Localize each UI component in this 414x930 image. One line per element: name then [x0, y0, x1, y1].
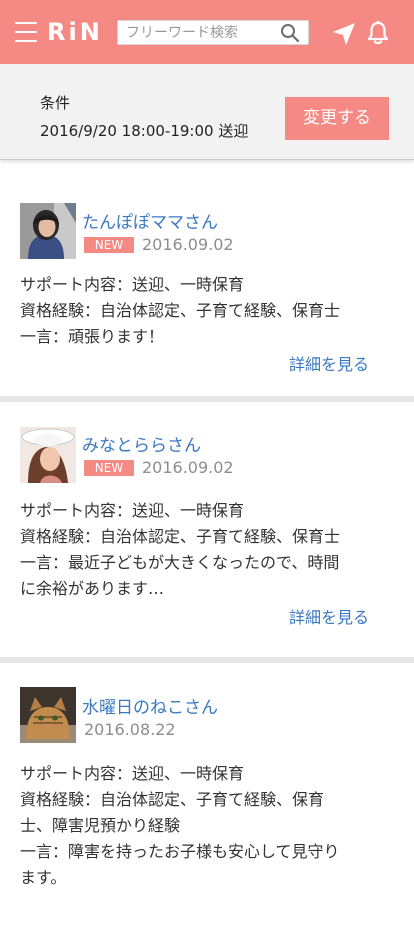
comment-line: 一言：障害を持ったお子様も安心して見守り — [20, 842, 340, 861]
avatar[interactable] — [20, 203, 76, 259]
comment-line: 一言：最近子どもが大きくなったので、時間 — [20, 553, 340, 572]
supporter-name[interactable]: たんぽぽママさん — [82, 208, 218, 233]
qualification-line: 資格経験：自治体認定、子育て経験、保育士 — [20, 527, 341, 546]
support-content-line: サポート内容：送迎、一時保育 — [20, 501, 245, 520]
post-date: 2016.09.02 — [142, 458, 234, 477]
search-box — [117, 20, 309, 45]
comment-line: 一言：頑張ります！ — [20, 327, 165, 346]
search-conditions-panel: 条件 2016/9/20 18:00-19:00 送迎 変更する — [0, 64, 414, 160]
supporter-name[interactable]: みなとららさん — [82, 431, 201, 456]
support-content-line: サポート内容：送迎、一時保育 — [20, 275, 245, 294]
qualification-line: 資格経験：自治体認定、子育て経験、保育 — [20, 790, 325, 809]
supporter-card[interactable]: 水曜日のねこさん 2016.08.22 サポート内容：送迎、一時保育 資格経験：… — [0, 663, 414, 930]
hamburger-menu-icon[interactable] — [15, 22, 37, 42]
search-input[interactable] — [118, 21, 278, 44]
supporter-description: サポート内容：送迎、一時保育 資格経験：自治体認定、子育て経験、保育士 一言：頑… — [20, 272, 390, 350]
app-header: RiN — [0, 0, 414, 64]
supporter-name[interactable]: 水曜日のねこさん — [82, 693, 218, 718]
support-content-line: サポート内容：送迎、一時保育 — [20, 764, 245, 783]
conditions-title: 条件 — [40, 94, 71, 112]
avatar[interactable] — [20, 427, 76, 483]
supporter-card[interactable]: みなとららさん NEW 2016.09.02 サポート内容：送迎、一時保育 資格… — [0, 402, 414, 657]
location-arrow-icon[interactable] — [331, 21, 357, 47]
new-badge: NEW — [84, 237, 134, 253]
supporter-description: サポート内容：送迎、一時保育 資格経験：自治体認定、子育て経験、保育 士、障害児… — [20, 761, 390, 891]
comment-line-continued: ます。 — [20, 868, 67, 887]
search-icon[interactable] — [280, 23, 300, 43]
new-badge: NEW — [84, 460, 134, 476]
app-logo[interactable]: RiN — [47, 18, 103, 46]
qualification-line: 資格経験：自治体認定、子育て経験、保育士 — [20, 301, 341, 320]
post-date: 2016.09.02 — [142, 235, 234, 254]
view-details-link[interactable]: 詳細を見る — [289, 604, 369, 628]
bell-icon[interactable] — [366, 20, 390, 46]
supporter-description: サポート内容：送迎、一時保育 資格経験：自治体認定、子育て経験、保育士 一言：最… — [20, 498, 390, 602]
conditions-value: 2016/9/20 18:00-19:00 送迎 — [40, 122, 249, 140]
avatar[interactable] — [20, 687, 76, 743]
post-date: 2016.08.22 — [84, 720, 176, 739]
change-conditions-button[interactable]: 変更する — [285, 97, 389, 140]
view-details-link[interactable]: 詳細を見る — [289, 351, 369, 375]
qualification-line-continued: 士、障害児預かり経験 — [20, 816, 181, 835]
comment-line-continued: に余裕があります… — [20, 579, 165, 598]
supporter-card[interactable]: たんぽぽママさん NEW 2016.09.02 サポート内容：送迎、一時保育 資… — [0, 160, 414, 396]
